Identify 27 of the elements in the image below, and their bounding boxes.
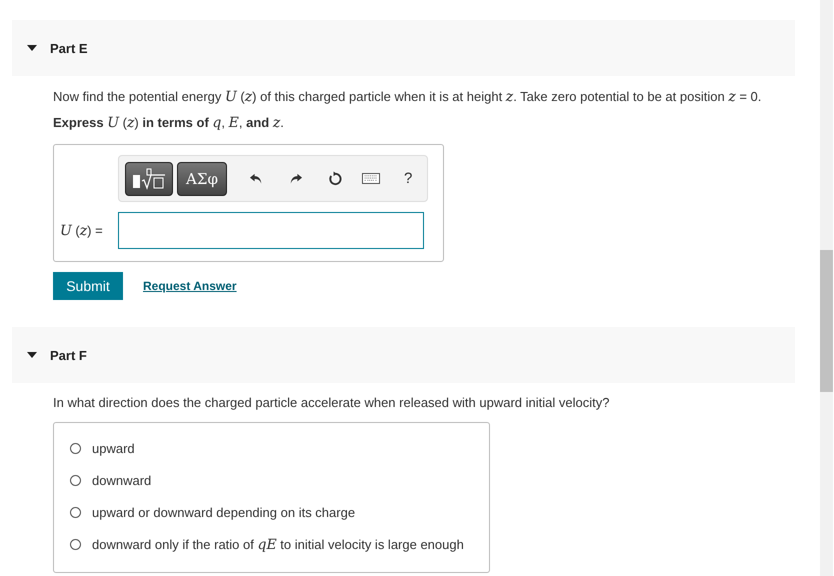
submit-button[interactable]: Submit (53, 272, 123, 300)
part-title: Part F (50, 348, 87, 362)
question-text: Now find the potential energy U (z) of this charged particle when it is at height z. Take zero potential to be at position z = 0. (53, 88, 762, 106)
question-text: In what direction does the charged particle accelerate when released with upward initial velocity? (53, 394, 610, 412)
option-label: upward or downward depending on its charge (92, 505, 356, 520)
option-label: downward only if the ratio of qE to initial velocity is large enough (92, 536, 464, 552)
template-button[interactable] (125, 162, 173, 196)
part-header[interactable]: Part F (12, 327, 795, 383)
option-label: upward (92, 441, 135, 456)
symbols-button[interactable]: ΑΣφ (177, 162, 227, 196)
part-header[interactable]: Part E (12, 20, 795, 76)
instruction-text: Express U (z) in terms of q, E, and z. (53, 114, 285, 132)
help-button[interactable]: ? (398, 169, 418, 188)
keyboard-icon[interactable] (362, 173, 380, 184)
scrollbar[interactable] (820, 0, 833, 576)
answer-field[interactable] (118, 212, 424, 249)
option-label: downward (92, 473, 152, 488)
radio-button[interactable] (70, 475, 81, 486)
radio-button[interactable] (70, 539, 81, 550)
answer-label: U (z) = (60, 222, 104, 238)
request-answer-link[interactable]: Request Answer (143, 279, 237, 293)
part-title: Part E (50, 40, 88, 56)
radio-button[interactable] (70, 443, 81, 454)
radio-button[interactable] (70, 507, 81, 518)
radical-template-icon (131, 166, 167, 190)
scrollbar-thumb[interactable] (820, 250, 833, 392)
reset-icon[interactable] (326, 171, 342, 186)
